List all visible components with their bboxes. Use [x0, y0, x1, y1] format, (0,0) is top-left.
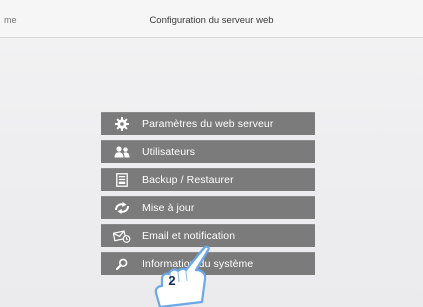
search-icon: [101, 258, 142, 270]
menu-item-backup-restore[interactable]: Backup / Restaurer: [101, 168, 315, 191]
menu-item-label: Backup / Restaurer: [142, 174, 234, 186]
menu-item-email-notification[interactable]: Email et notification: [101, 224, 315, 247]
menu-item-web-server-settings[interactable]: Paramètres du web serveur: [101, 112, 315, 135]
update-icon: [101, 202, 142, 214]
page-title: Configuration du serveur web: [149, 15, 274, 26]
users-icon: [101, 146, 142, 158]
menu-item-update[interactable]: Mise à jour: [101, 196, 315, 219]
backup-icon: [101, 173, 142, 187]
header-bar: me Configuration du serveur web: [0, 0, 423, 38]
menu-item-label: Mise à jour: [142, 202, 195, 214]
menu-item-label: Utilisateurs: [142, 146, 196, 158]
email-icon: [101, 229, 142, 243]
menu-item-label: Paramètres du web serveur: [142, 118, 274, 130]
step-number-badge: 2: [168, 273, 176, 288]
menu-item-system-information[interactable]: Information du système: [101, 252, 315, 275]
settings-menu: Paramètres du web serveur Utilisateurs B…: [101, 112, 315, 280]
gear-icon: [101, 117, 142, 131]
menu-item-label: Email et notification: [142, 230, 236, 242]
app-viewport: me Configuration du serveur web Paramètr…: [0, 0, 423, 307]
menu-item-users[interactable]: Utilisateurs: [101, 140, 315, 163]
menu-item-label: Information du système: [142, 258, 254, 270]
